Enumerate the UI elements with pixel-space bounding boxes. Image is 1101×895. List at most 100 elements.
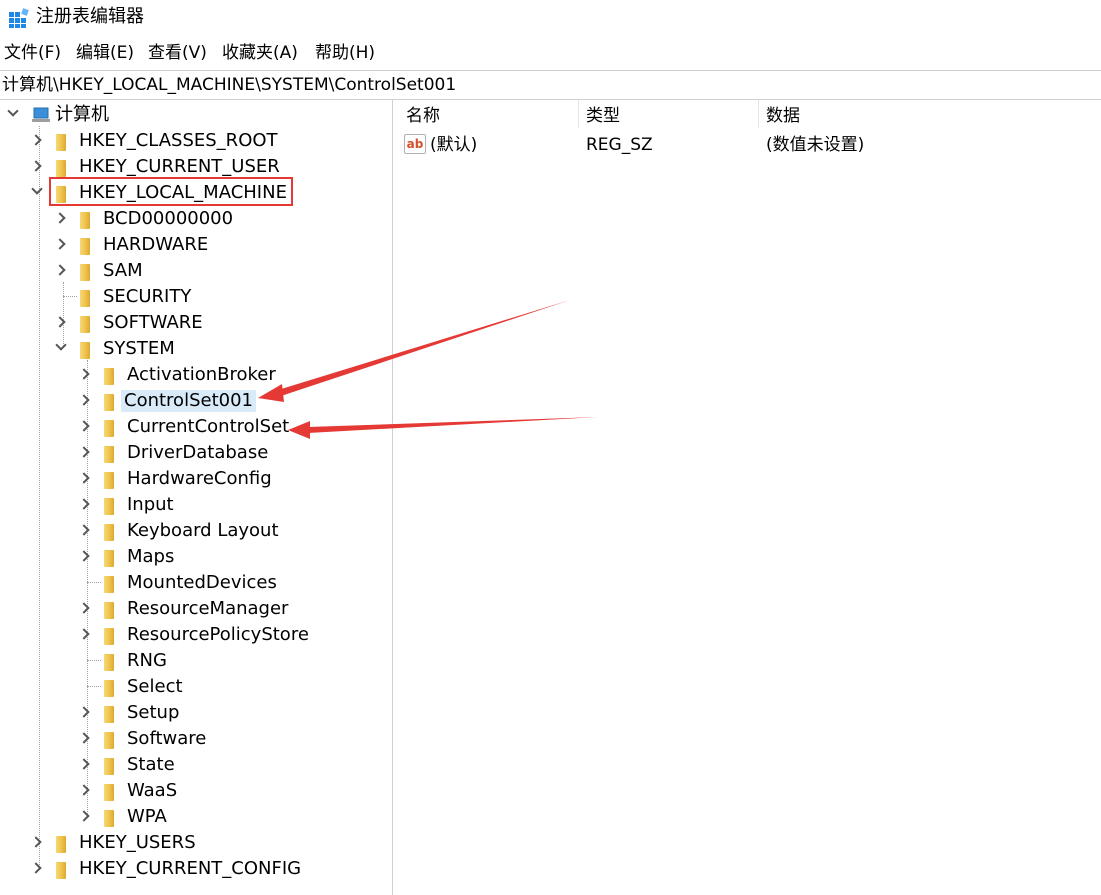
expand-arrow-icon[interactable] [30, 134, 42, 146]
column-header-data[interactable]: 数据 [766, 105, 800, 127]
values-list-pane[interactable]: 名称 类型 数据 ab (默认) REG_SZ (数值未设置) [399, 100, 1101, 895]
folder-icon [104, 368, 114, 385]
expand-arrow-icon[interactable] [30, 862, 42, 874]
expand-arrow-icon[interactable] [54, 212, 66, 224]
tree-node-rng[interactable]: RNG [0, 649, 392, 675]
tree-node-resourcepolicystore[interactable]: ResourcePolicyStore [0, 623, 392, 649]
expand-arrow-icon[interactable] [78, 758, 90, 770]
menu-favorites[interactable]: 收藏夹(A) [222, 42, 298, 64]
folder-icon [56, 160, 66, 177]
tree-node-software[interactable]: SOFTWARE [0, 311, 392, 337]
tree-node-sam[interactable]: SAM [0, 259, 392, 285]
tree-label: SECURITY [103, 286, 192, 307]
tree-node-resourcemanager[interactable]: ResourceManager [0, 597, 392, 623]
tree-node-keyboard-layout[interactable]: Keyboard Layout [0, 519, 392, 545]
tree-label: HKEY_CURRENT_USER [79, 156, 280, 177]
menu-file[interactable]: 文件(F) [4, 42, 61, 64]
folder-icon [104, 706, 114, 723]
expand-arrow-icon[interactable] [30, 160, 42, 172]
folder-icon [80, 238, 90, 255]
computer-icon [32, 107, 50, 122]
folder-icon [104, 810, 114, 827]
column-separator[interactable] [578, 100, 579, 128]
menu-view[interactable]: 查看(V) [148, 42, 207, 64]
tree-label: HardwareConfig [127, 468, 272, 489]
tree-node-hku[interactable]: HKEY_USERS [0, 831, 392, 857]
expand-arrow-icon[interactable] [78, 628, 90, 640]
folder-icon [104, 446, 114, 463]
tree-node-input[interactable]: Input [0, 493, 392, 519]
tree-node-hkcc[interactable]: HKEY_CURRENT_CONFIG [0, 857, 392, 883]
string-value-icon: ab [404, 134, 426, 154]
menu-bar: 文件(F) 编辑(E) 查看(V) 收藏夹(A) 帮助(H) [0, 38, 1101, 68]
tree-node-select[interactable]: Select [0, 675, 392, 701]
expand-arrow-icon[interactable] [78, 784, 90, 796]
tree-label: SAM [103, 260, 143, 281]
collapse-arrow-icon[interactable] [55, 339, 67, 351]
tree-node-hkcr[interactable]: HKEY_CLASSES_ROOT [0, 129, 392, 155]
expand-arrow-icon[interactable] [78, 706, 90, 718]
tree-node-controlset001[interactable]: ControlSet001 [0, 389, 392, 415]
folder-icon [80, 264, 90, 281]
folder-icon [104, 628, 114, 645]
collapse-arrow-icon[interactable] [7, 105, 19, 117]
tree-node-security[interactable]: SECURITY [0, 285, 392, 311]
tree-node-activationbroker[interactable]: ActivationBroker [0, 363, 392, 389]
tree-node-bcd[interactable]: BCD00000000 [0, 207, 392, 233]
tree-label: ResourceManager [127, 598, 289, 619]
expand-arrow-icon[interactable] [54, 238, 66, 250]
menu-help[interactable]: 帮助(H) [315, 42, 375, 64]
folder-icon [56, 134, 66, 151]
tree-node-system[interactable]: SYSTEM [0, 337, 392, 363]
folder-icon [104, 654, 114, 671]
folder-icon [104, 524, 114, 541]
folder-icon [104, 394, 114, 411]
tree-node-hardware[interactable]: HARDWARE [0, 233, 392, 259]
expand-arrow-icon[interactable] [78, 602, 90, 614]
expand-arrow-icon[interactable] [78, 498, 90, 510]
tree-node-mounteddevices[interactable]: MountedDevices [0, 571, 392, 597]
tree-node-setup[interactable]: Setup [0, 701, 392, 727]
expand-arrow-icon[interactable] [78, 368, 90, 380]
expand-arrow-icon[interactable] [78, 446, 90, 458]
tree-node-wpa[interactable]: WPA [0, 805, 392, 831]
key-tree-pane[interactable]: 计算机 HKEY_CLASSES_ROOT HKEY_CURRENT_USER … [0, 100, 393, 895]
tree-node-computer[interactable]: 计算机 [0, 103, 392, 129]
expand-arrow-icon[interactable] [30, 836, 42, 848]
folder-icon [80, 316, 90, 333]
expand-arrow-icon[interactable] [78, 732, 90, 744]
expand-arrow-icon[interactable] [54, 316, 66, 328]
tree-label: HKEY_CURRENT_CONFIG [79, 858, 302, 879]
tree-node-driverdatabase[interactable]: DriverDatabase [0, 441, 392, 467]
folder-icon [104, 420, 114, 437]
address-path[interactable]: 计算机\HKEY_LOCAL_MACHINE\SYSTEM\ControlSet… [2, 74, 456, 96]
tree-label: ResourcePolicyStore [127, 624, 309, 645]
expand-arrow-icon[interactable] [78, 420, 90, 432]
expand-arrow-icon[interactable] [54, 264, 66, 276]
collapse-arrow-icon[interactable] [31, 183, 43, 195]
tree-label: CurrentControlSet [127, 416, 290, 437]
menu-edit[interactable]: 编辑(E) [76, 42, 134, 64]
address-bar[interactable]: 计算机\HKEY_LOCAL_MACHINE\SYSTEM\ControlSet… [0, 70, 1101, 100]
expand-arrow-icon[interactable] [78, 550, 90, 562]
tree-node-maps[interactable]: Maps [0, 545, 392, 571]
tree-node-hardwareconfig[interactable]: HardwareConfig [0, 467, 392, 493]
tree-node-software-sys[interactable]: Software [0, 727, 392, 753]
expand-arrow-icon[interactable] [78, 524, 90, 536]
folder-icon [104, 472, 114, 489]
tree-label: SYSTEM [103, 338, 175, 359]
tree-node-currentcontrolset[interactable]: CurrentControlSet [0, 415, 392, 441]
value-row[interactable]: ab (默认) REG_SZ (数值未设置) [399, 132, 1101, 158]
tree-label: Setup [127, 702, 180, 723]
column-header-name[interactable]: 名称 [406, 105, 440, 127]
expand-arrow-icon[interactable] [78, 810, 90, 822]
folder-icon [80, 212, 90, 229]
tree-node-state[interactable]: State [0, 753, 392, 779]
expand-arrow-icon[interactable] [78, 472, 90, 484]
column-header-type[interactable]: 类型 [586, 105, 620, 127]
tree-node-waas[interactable]: WaaS [0, 779, 392, 805]
column-separator[interactable] [758, 100, 759, 128]
tree-label: Input [127, 494, 174, 515]
tree-label: HARDWARE [103, 234, 209, 255]
expand-arrow-icon[interactable] [78, 394, 90, 406]
